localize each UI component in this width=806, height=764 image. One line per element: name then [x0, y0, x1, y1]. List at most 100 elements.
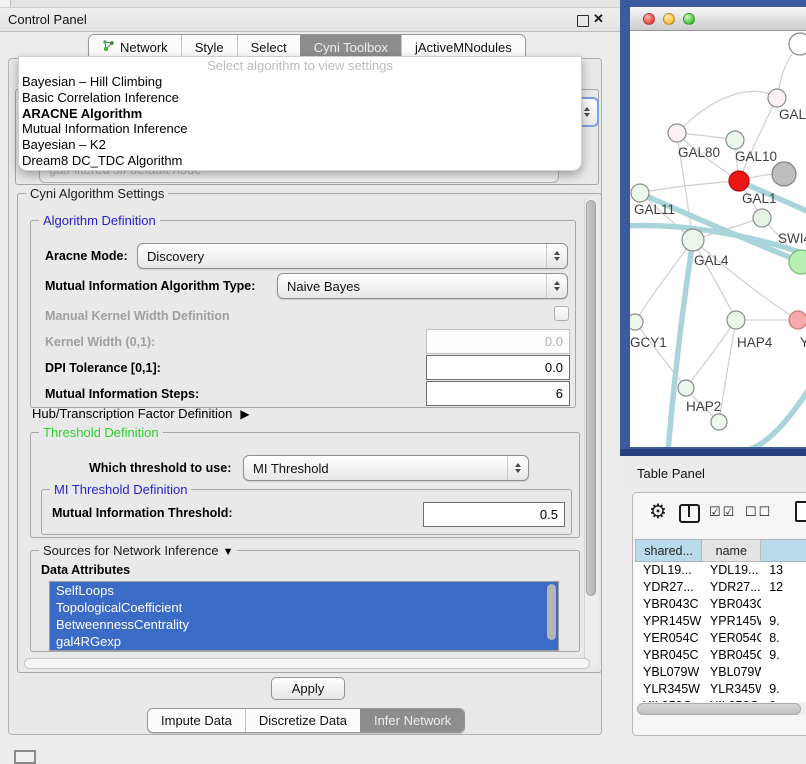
tab-discretize-data[interactable]: Discretize Data	[245, 709, 360, 732]
table-hscrollbar-thumb[interactable]	[637, 703, 801, 715]
gear-icon[interactable]: ⚙	[649, 499, 667, 524]
table-cell: YBR043C	[635, 596, 702, 613]
network-edge-thick[interactable]	[668, 240, 693, 447]
column-header[interactable]: name	[702, 539, 761, 562]
settings-scrollbar-track[interactable]	[584, 197, 598, 667]
attribute-item[interactable]: SelfLoops	[50, 582, 558, 599]
data-attributes-label: Data Attributes	[41, 563, 130, 577]
stepper-icon	[546, 274, 567, 298]
dropdown-item[interactable]: ARACNE Algorithm	[19, 106, 581, 122]
mi-threshold-label: Mutual Information Threshold:	[52, 506, 233, 520]
mi-type-combobox[interactable]: Naive Bayes	[277, 273, 568, 299]
table-hscrollbar-track[interactable]	[637, 703, 806, 715]
attribute-item[interactable]: gal4RGexp	[50, 633, 558, 650]
close-traffic-light-icon[interactable]	[643, 13, 655, 25]
network-node[interactable]	[729, 171, 749, 191]
which-threshold-combobox[interactable]: MI Threshold	[243, 455, 529, 481]
table-cell: YDL19...	[702, 562, 761, 579]
apply-button-label: Apply	[292, 681, 325, 696]
network-edge[interactable]	[686, 320, 736, 388]
network-node-label: GAL1	[742, 191, 777, 206]
table-row[interactable]: YLR345WYLR345W9.	[635, 681, 806, 698]
column-header[interactable]: shared...	[635, 539, 702, 562]
network-edge-thick[interactable]	[745, 386, 806, 447]
network-node[interactable]	[753, 209, 771, 227]
algorithm-definition-group: Algorithm Definition Aracne Mode: Discov…	[30, 220, 576, 408]
attribute-item[interactable]: BetweennessCentrality	[50, 616, 558, 633]
dpi-tolerance-field[interactable]: 0.0	[426, 355, 570, 380]
settings-scrollbar-thumb[interactable]	[586, 200, 596, 596]
tab-label: Impute Data	[161, 713, 232, 728]
network-node[interactable]	[789, 250, 806, 274]
dropdown-item[interactable]: Bayesian – K2	[19, 137, 581, 153]
network-node[interactable]	[711, 414, 727, 430]
which-threshold-label: Which threshold to use:	[89, 461, 231, 475]
table-row[interactable]: YER054CYER054C8.	[635, 630, 806, 647]
dropdown-item[interactable]: Basic Correlation Inference	[19, 90, 581, 106]
network-node[interactable]	[772, 162, 796, 186]
network-edge[interactable]	[640, 181, 739, 193]
network-canvas[interactable]: GALGAL80GAL10GAL1GAL11SWI4GAL4GCY1HAP4YH…	[630, 31, 806, 447]
tab-label: Network	[120, 40, 168, 55]
mi-steps-field[interactable]: 6	[426, 381, 570, 406]
network-node[interactable]	[678, 380, 694, 396]
network-node[interactable]	[682, 229, 704, 251]
manual-kernel-checkbox[interactable]	[554, 306, 569, 321]
attribute-item[interactable]: TopologicalCoefficient	[50, 599, 558, 616]
network-node[interactable]	[631, 184, 649, 202]
unchecked-boxes-icon[interactable]: ☐☐	[745, 504, 772, 520]
table-row[interactable]: YIL052CYIL052C9.	[635, 698, 806, 702]
table-header-row: shared...name	[635, 539, 806, 562]
network-node-label: Y	[800, 335, 806, 350]
split-columns-icon[interactable]	[679, 504, 700, 523]
column-header[interactable]	[761, 539, 806, 562]
dropdown-item[interactable]: Mutual Information Inference	[19, 121, 581, 137]
kernel-width-field[interactable]: 0.0	[426, 329, 570, 354]
table-cell: YER054C	[702, 630, 761, 647]
network-node[interactable]	[726, 131, 744, 149]
hub-definition-toggle[interactable]: Hub/Transcription Factor Definition▶	[32, 406, 250, 421]
table-row[interactable]: YPR145WYPR145W9.	[635, 613, 806, 630]
page-icon[interactable]	[795, 501, 806, 522]
network-edge[interactable]	[677, 91, 777, 133]
dropdown-item[interactable]: Bayesian – Hill Climbing	[19, 74, 581, 90]
table-cell: YPR145W	[702, 613, 761, 630]
network-node-label: GAL10	[735, 149, 777, 164]
dropdown-item[interactable]: Dream8 DC_TDC Algorithm	[19, 153, 581, 169]
table-row[interactable]: YDR27...YDR27...12	[635, 579, 806, 596]
network-node[interactable]	[668, 124, 686, 142]
mi-threshold-field[interactable]: 0.5	[423, 502, 565, 527]
table-cell: YLR345W	[702, 681, 761, 698]
stepper-icon	[546, 244, 567, 268]
aracne-mode-combobox[interactable]: Discovery	[137, 243, 568, 269]
checked-boxes-icon[interactable]: ☑☑	[709, 504, 736, 520]
settings-group-title: Cyni Algorithm Settings	[26, 186, 168, 201]
network-node-label: GAL4	[694, 253, 729, 268]
network-edge[interactable]	[719, 320, 736, 422]
zoom-traffic-light-icon[interactable]	[683, 13, 695, 25]
table-row[interactable]: YBR043CYBR043C	[635, 596, 806, 613]
table-row[interactable]: YBL079WYBL079W	[635, 664, 806, 681]
network-node[interactable]	[789, 33, 806, 55]
table-row[interactable]: YDL19...YDL19...13	[635, 562, 806, 579]
tab-infer-network[interactable]: Infer Network	[360, 709, 464, 732]
attributes-scrollbar-thumb[interactable]	[547, 584, 556, 640]
float-window-icon[interactable]	[577, 15, 589, 27]
network-node[interactable]	[727, 311, 745, 329]
apply-button[interactable]: Apply	[271, 677, 345, 700]
mi-steps-label: Mutual Information Steps:	[45, 387, 199, 401]
table-cell: YBR043C	[702, 596, 761, 613]
sources-group-title[interactable]: Sources for Network Inference▼	[39, 543, 237, 560]
minimize-traffic-light-icon[interactable]	[663, 13, 675, 25]
settings-hscrollbar[interactable]	[24, 658, 590, 669]
network-node[interactable]	[789, 311, 806, 329]
close-icon[interactable]: ✕	[593, 11, 604, 27]
table-row[interactable]: YBR045CYBR045C9.	[635, 647, 806, 664]
network-window-titlebar	[630, 7, 806, 31]
data-attributes-list[interactable]: SelfLoopsTopologicalCoefficientBetweenne…	[49, 581, 559, 651]
network-edge[interactable]	[693, 240, 736, 320]
network-node[interactable]	[768, 89, 786, 107]
network-node[interactable]	[630, 314, 643, 330]
network-edge[interactable]	[739, 98, 777, 181]
tab-impute-data[interactable]: Impute Data	[148, 709, 245, 732]
